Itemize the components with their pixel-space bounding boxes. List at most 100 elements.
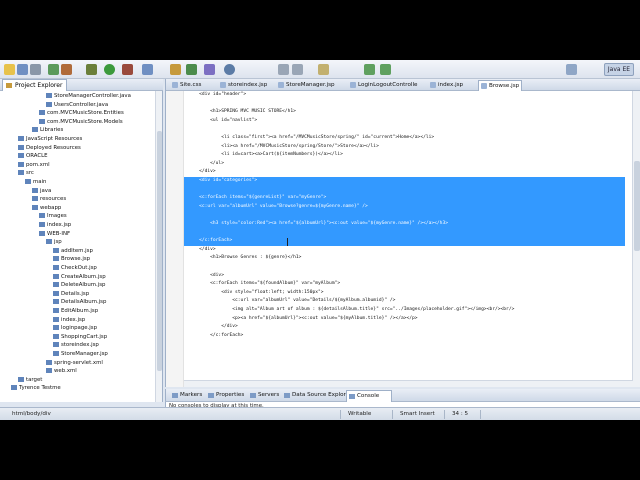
previous-annotation-icon[interactable] (292, 64, 303, 75)
search-icon[interactable] (224, 64, 235, 75)
code-line: <h3 style="color:Red"><a href="${albumUr… (188, 221, 448, 226)
tree-item[interactable]: storeindex.jsp (53, 341, 99, 349)
bottom-panel-tab[interactable]: Markers (170, 390, 204, 402)
server-icon[interactable] (48, 64, 59, 75)
tree-item[interactable]: com.MVCMusicStore.Models (39, 118, 123, 126)
bottom-panel-tab[interactable]: Data Source Explorer (282, 390, 351, 402)
tree-item[interactable]: Libraries (32, 126, 63, 134)
tree-item[interactable]: ShoppingCart.jsp (53, 333, 107, 341)
tree-item[interactable]: Details.jsp (53, 290, 89, 298)
tree-item[interactable]: pom.xml (18, 161, 50, 169)
editor-tab[interactable]: index.jsp (428, 80, 474, 91)
tree-item[interactable]: addItem.jsp (53, 247, 93, 255)
tree-item[interactable]: webapp (32, 204, 61, 212)
tree-item-icon (32, 187, 38, 193)
back-icon[interactable] (364, 64, 375, 75)
tree-item[interactable]: index.jsp (53, 316, 85, 324)
print-icon[interactable] (30, 64, 41, 75)
editor-tab[interactable]: Site.css (170, 80, 214, 91)
tree-item[interactable]: java (32, 187, 51, 195)
tree-item[interactable]: web.xml (46, 367, 77, 375)
tree-item[interactable]: Images (39, 212, 67, 220)
editor-horizontal-scrollbar[interactable] (184, 380, 633, 387)
tree-item[interactable]: CreateAlbum.jsp (53, 273, 106, 281)
tree-item[interactable]: jsp (46, 238, 62, 246)
tree-item[interactable]: spring-servlet.xml (46, 359, 103, 367)
forward-icon[interactable] (380, 64, 391, 75)
tree-item-label: src (26, 170, 34, 177)
scrollbar-thumb[interactable] (634, 161, 640, 251)
tree-item[interactable]: main (25, 178, 46, 186)
tree-item[interactable]: loginpage.jsp (53, 324, 97, 332)
perspective-java-ee[interactable]: Java EE (604, 63, 634, 76)
code-line: <c:url var="albumUrl" value="Browse?genr… (188, 203, 368, 209)
editor-tab[interactable]: Browse.jsp (478, 80, 522, 91)
tree-item-icon (53, 333, 59, 339)
next-annotation-icon[interactable] (278, 64, 289, 75)
tree-item[interactable]: src (18, 169, 34, 177)
tree-item[interactable]: target (18, 376, 42, 384)
tree-item[interactable]: ORACLE (18, 152, 48, 160)
tree-item[interactable]: DetailsAlbum.jsp (53, 298, 106, 306)
open-perspective-icon[interactable] (566, 64, 577, 75)
editor-tab-bar: Site.css storeindex.jsp StoreManager.jsp Lo… (166, 79, 640, 91)
code-line: <div style="float:left; width:150px"> (188, 289, 324, 295)
editor-tab[interactable]: storeindex.jsp (218, 80, 272, 91)
tree-item[interactable]: index.jsp (39, 221, 71, 229)
tree-item[interactable]: Deployed Resources (18, 144, 81, 152)
new-package-icon[interactable] (170, 64, 181, 75)
tree-item-label: resources (40, 196, 67, 203)
tree-item[interactable]: StoreManager.jsp (53, 350, 108, 358)
tree-item-icon (39, 213, 45, 219)
tree-item[interactable]: WEB-INF (39, 230, 70, 238)
tree-item[interactable]: EditAlbum.jsp (53, 307, 98, 315)
debug-icon[interactable] (86, 64, 97, 75)
video-frame: Java EE Project Explorer StoreManagerCon… (0, 0, 640, 480)
bottom-panel-tab[interactable]: Console (346, 390, 392, 402)
tree-item-icon (39, 110, 45, 116)
code-editor[interactable]: <div id="header"> <h1>SPRING MVC MUSIC S… (184, 91, 633, 387)
main-toolbar: Java EE (0, 60, 640, 79)
new-class-icon[interactable] (186, 64, 197, 75)
tree-item-label: Details.jsp (61, 290, 90, 297)
project-explorer-tab[interactable]: Project Explorer (2, 79, 68, 91)
pin-editor-icon[interactable] (318, 64, 329, 75)
tree-item[interactable]: JavaScript Resources (18, 135, 82, 143)
tree-item[interactable]: StoreManagerController.java (46, 92, 131, 100)
tree-item-label: StoreManagerController.java (54, 93, 131, 99)
tree-item[interactable]: Browse.jsp (53, 255, 90, 263)
tree-item-icon (32, 196, 38, 202)
code-line: </c:forEach> (188, 238, 233, 244)
new-java-project-icon[interactable] (142, 64, 153, 75)
run-icon[interactable] (104, 64, 115, 75)
deploy-icon[interactable] (61, 64, 72, 75)
external-tools-icon[interactable] (122, 64, 133, 75)
editor-tab[interactable]: LoginLogoutControlle (348, 80, 424, 91)
project-explorer-scrollbar[interactable] (155, 91, 162, 402)
editor-vertical-scrollbar[interactable] (632, 91, 640, 387)
scrollbar-thumb[interactable] (157, 131, 162, 371)
tree-item[interactable]: DeleteAlbum.jsp (53, 281, 105, 289)
tree-item-label: DetailsAlbum.jsp (61, 299, 107, 306)
tree-item-label: webapp (40, 204, 62, 211)
tree-item[interactable]: CheckOut.jsp (53, 264, 97, 272)
new-icon[interactable] (4, 64, 15, 75)
tree-item-label: jsp (54, 239, 62, 246)
editor-tab[interactable]: StoreManager.jsp (276, 80, 344, 91)
bottom-panel-tab[interactable]: Servers (248, 390, 280, 402)
code-line: </div> (188, 169, 216, 175)
tree-item-icon (53, 316, 59, 322)
tree-item[interactable]: com.MVCMusicStore.Entities (39, 109, 124, 117)
tree-item[interactable]: UsersController.java (46, 101, 108, 109)
save-icon[interactable] (17, 64, 28, 75)
bottom-panel-tab[interactable]: Properties (206, 390, 246, 402)
code-line: <h1>Browse Genres : ${genre}</h1> (188, 255, 302, 261)
bottom-panel-tab-bar: Markers Properties Servers Data Source Expl… (165, 389, 640, 402)
tree-item-label: DeleteAlbum.jsp (61, 282, 106, 289)
open-type-icon[interactable] (204, 64, 215, 75)
tree-item-label: ShoppingCart.jsp (61, 333, 108, 340)
tree-item[interactable]: resources (32, 195, 66, 203)
tree-item-label: Browse.jsp (61, 256, 91, 263)
tree-item[interactable]: Tyrence Testme (11, 384, 61, 392)
eclipse-window: Java EE Project Explorer StoreManagerCon… (0, 60, 640, 420)
